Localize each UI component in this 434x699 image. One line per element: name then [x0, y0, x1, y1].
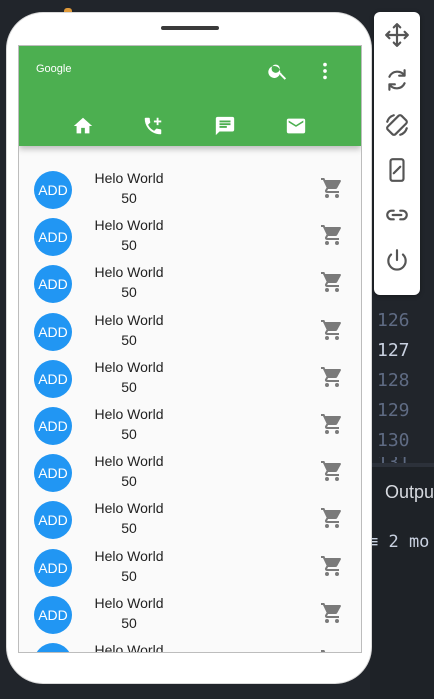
tab-output[interactable]: Output [385, 482, 434, 503]
item-subtitle: 50 [121, 237, 137, 254]
phone-add-icon[interactable] [141, 114, 165, 138]
list-item: ADD Helo World 50 [19, 544, 361, 591]
list-item: ADD Helo World 50 [19, 496, 361, 543]
item-subtitle: 50 [121, 190, 137, 206]
output-line: ≡ 2 mo [368, 532, 430, 552]
add-button[interactable]: ADD [34, 548, 72, 587]
list-item: ADD Helo World 50 [19, 166, 361, 213]
add-button[interactable]: ADD [34, 265, 72, 304]
item-title: Helo World [94, 453, 164, 470]
power-icon[interactable] [382, 245, 412, 275]
cart-icon[interactable] [320, 648, 346, 652]
add-button[interactable]: ADD [34, 454, 72, 493]
item-subtitle: 50 [121, 614, 137, 631]
item-title: Helo World [94, 217, 164, 234]
cart-icon[interactable] [320, 554, 346, 580]
cart-icon[interactable] [320, 601, 346, 627]
item-title: Helo World [94, 594, 164, 611]
more-vert-icon[interactable] [313, 59, 337, 83]
screen-rotate-icon[interactable] [382, 110, 412, 140]
item-title: Helo World [94, 170, 164, 186]
emulator-toolbar [374, 12, 420, 295]
item-title: Helo World [94, 547, 164, 564]
add-button[interactable]: ADD [34, 643, 72, 652]
app-bar: Google [19, 46, 361, 146]
list-item: ADD Helo World 50 [19, 402, 361, 449]
message-icon[interactable] [213, 114, 237, 138]
phone-screen: Google ADD Helo World 50 ADD Helo World 50 ADD… [18, 45, 362, 653]
list-item: ADDHelo World50 [19, 638, 361, 653]
list-item: ADD Helo World 50 [19, 355, 361, 402]
item-title: Helo World [94, 642, 164, 653]
line-number: 129 [377, 400, 410, 421]
item-title: Helo World [94, 311, 164, 328]
add-button[interactable]: ADD [34, 171, 72, 209]
rotate-icon[interactable] [382, 65, 412, 95]
phone-frame: Google ADD Helo World 50 ADD Helo World 50 ADD… [7, 13, 371, 683]
move-icon[interactable] [382, 20, 412, 50]
add-button[interactable]: ADD [34, 501, 72, 540]
item-title: Helo World [94, 500, 164, 517]
list-item: ADD Helo World 50 [19, 591, 361, 638]
phone-speaker [161, 26, 219, 30]
cart-icon[interactable] [320, 459, 346, 485]
line-number: 130 [377, 430, 410, 451]
item-subtitle: 50 [121, 426, 137, 442]
list-item: ADD Helo World 50 [19, 260, 361, 307]
add-button[interactable]: ADD [34, 312, 72, 351]
add-button[interactable]: ADD [34, 595, 72, 634]
cart-icon[interactable] [320, 176, 346, 202]
line-number: 128 [377, 370, 410, 391]
mail-icon[interactable] [284, 114, 308, 138]
cart-icon[interactable] [320, 412, 346, 438]
list-item: ADD Helo World 50 [19, 213, 361, 260]
resize-icon[interactable] [382, 155, 412, 185]
cart-icon[interactable] [320, 270, 346, 296]
item-subtitle: 50 [121, 567, 137, 584]
cart-icon[interactable] [320, 365, 346, 391]
line-number-active: 127 [377, 340, 410, 361]
cart-icon[interactable] [320, 318, 346, 344]
search-icon[interactable] [266, 59, 290, 83]
cart-icon[interactable] [320, 223, 346, 249]
item-subtitle: 50 [121, 378, 137, 395]
add-button[interactable]: ADD [34, 218, 72, 257]
add-button[interactable]: ADD [34, 407, 72, 445]
link-icon[interactable] [382, 200, 412, 230]
list-item: ADD Helo World 50 [19, 449, 361, 496]
item-subtitle: 50 [121, 520, 137, 537]
item-subtitle: 50 [121, 473, 137, 490]
item-title: Helo World [94, 264, 164, 281]
item-subtitle: 50 [121, 331, 137, 348]
add-button[interactable]: ADD [34, 359, 72, 398]
item-title: Helo World [94, 406, 164, 422]
app-title: Google [36, 63, 72, 75]
cart-icon[interactable] [320, 506, 346, 532]
home-icon[interactable] [71, 114, 95, 138]
list-item: ADD Helo World 50 [19, 308, 361, 355]
line-number: 126 [377, 310, 410, 331]
item-title: Helo World [94, 358, 164, 375]
item-subtitle: 50 [121, 284, 137, 301]
